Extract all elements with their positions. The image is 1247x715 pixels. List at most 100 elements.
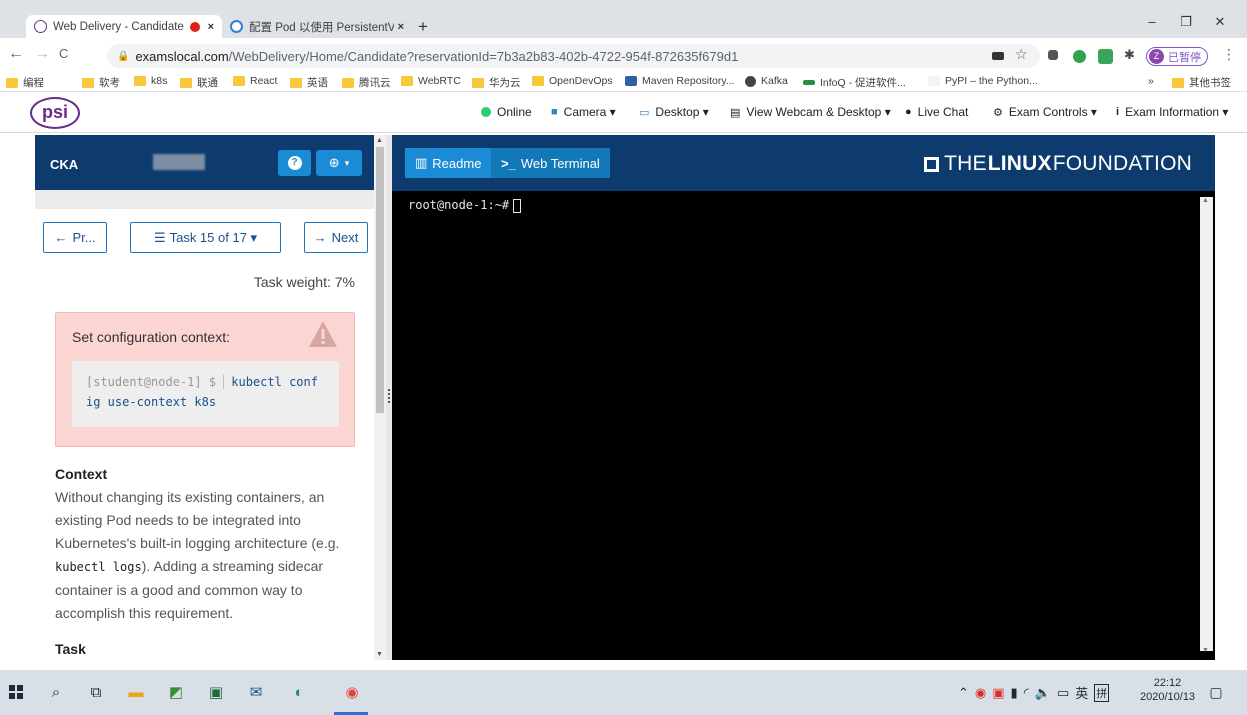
profile-button[interactable]: Z 已暂停 bbox=[1146, 47, 1208, 66]
tab-pod-persistent-volume[interactable]: 配置 Pod 以使用 PersistentVolu × bbox=[222, 15, 412, 38]
folder-icon bbox=[6, 77, 18, 88]
scroll-up-arrow-icon[interactable]: ▲ bbox=[1202, 197, 1209, 204]
bookmark-folder[interactable]: React bbox=[233, 75, 277, 87]
k8s-favicon-icon bbox=[230, 20, 243, 33]
bookmark-folder[interactable]: 英语 bbox=[290, 75, 328, 90]
bookmark-folder[interactable]: OpenDevOps bbox=[532, 75, 613, 87]
terminal-prompt: root@node-1:~# bbox=[408, 198, 510, 212]
wifi-icon[interactable]: ◜ bbox=[1024, 685, 1029, 701]
bookmark-folder[interactable]: 华为云 bbox=[472, 75, 521, 90]
new-tab-button[interactable]: + bbox=[414, 18, 432, 36]
scroll-down-arrow-icon[interactable]: ▼ bbox=[376, 651, 383, 658]
terminal-scrollbar[interactable]: ▲ ▼ bbox=[1198, 191, 1215, 660]
language-button[interactable]: ⊕ ▾ bbox=[316, 150, 362, 176]
bookmark-folder[interactable]: 编程 bbox=[6, 75, 44, 90]
scrollbar-thumb[interactable] bbox=[376, 147, 384, 413]
task-description: Context Without changing its existing co… bbox=[55, 463, 350, 660]
ime-mode[interactable]: 拼 bbox=[1094, 683, 1110, 702]
browser-tab-strip: Web Delivery - Candidate × 配置 Pod 以使用 Pe… bbox=[0, 0, 1247, 38]
online-dot-icon bbox=[481, 107, 491, 117]
bookmark-kafka[interactable]: Kafka bbox=[745, 75, 788, 87]
tab-web-terminal[interactable]: >_ Web Terminal bbox=[491, 148, 610, 178]
camera-indicator-icon[interactable] bbox=[992, 52, 1004, 60]
scroll-up-arrow-icon[interactable]: ▲ bbox=[376, 137, 383, 144]
volume-icon[interactable]: 🔈 bbox=[1035, 685, 1051, 701]
next-task-button[interactable]: → Next bbox=[304, 222, 368, 253]
url-bar[interactable]: 🔒 examslocal.com/WebDelivery/Home/Candid… bbox=[107, 44, 1040, 68]
clock-time: 22:12 bbox=[1153, 677, 1182, 689]
task-panel-scrollbar[interactable]: ▲ ▼ bbox=[374, 135, 386, 660]
infoq-icon bbox=[803, 80, 815, 85]
terminal-panel: ▥ Readme >_ Web Terminal THE LINUX FOUNDATIO… bbox=[392, 135, 1215, 660]
system-clock[interactable]: 22:12 2020/10/13 bbox=[1140, 676, 1195, 704]
bookmark-infoq[interactable]: InfoQ - 促进软件... bbox=[803, 75, 906, 90]
camera-menu[interactable]: ■ Camera ▾ bbox=[551, 105, 616, 119]
search-icon[interactable]: ⌕ bbox=[46, 682, 66, 702]
tray-app-icon[interactable]: ▣ bbox=[992, 685, 1004, 701]
web-terminal[interactable]: root@node-1:~# bbox=[392, 191, 1198, 660]
bookmark-folder[interactable]: 联通 bbox=[180, 75, 218, 90]
microphone-icon[interactable]: ▮ bbox=[1011, 685, 1018, 701]
minimize-button[interactable]: – bbox=[1142, 14, 1162, 29]
notifications-icon[interactable]: ▢ bbox=[1206, 682, 1226, 702]
bookmark-star-icon[interactable]: ☆ bbox=[1015, 46, 1028, 62]
restore-button[interactable]: ❐ bbox=[1176, 14, 1196, 30]
extension-1-icon[interactable] bbox=[1048, 50, 1058, 60]
extensions-puzzle-icon[interactable]: ✱ bbox=[1124, 47, 1137, 62]
reload-button[interactable]: C bbox=[59, 46, 68, 61]
exam-controls-menu[interactable]: ⚙ Exam Controls ▾ bbox=[993, 105, 1097, 119]
tab-close-icon[interactable]: × bbox=[208, 21, 214, 33]
photos-app-icon[interactable]: ◩ bbox=[166, 682, 186, 702]
exam-information-menu[interactable]: i Exam Information ▾ bbox=[1116, 105, 1228, 119]
arrow-right-icon: → bbox=[313, 230, 327, 245]
profile-status: 已暂停 bbox=[1168, 51, 1201, 64]
bookmark-maven[interactable]: Maven Repository... bbox=[625, 75, 735, 87]
windows-start-icon[interactable] bbox=[6, 682, 26, 702]
tab-close-icon[interactable]: × bbox=[398, 21, 404, 33]
input-language[interactable]: 英 bbox=[1075, 683, 1088, 702]
task-heading: Task bbox=[55, 641, 86, 657]
tray-expand-icon[interactable]: ⌃ bbox=[958, 685, 969, 701]
recording-icon bbox=[189, 21, 200, 32]
other-bookmarks[interactable]: 其他书签 bbox=[1172, 75, 1231, 90]
drag-grip-icon bbox=[388, 389, 390, 403]
window-close-button[interactable]: ✕ bbox=[1210, 14, 1230, 30]
edge-browser-icon[interactable]: ◐ bbox=[289, 682, 309, 702]
browser-menu-icon[interactable]: ⋮ bbox=[1222, 46, 1236, 63]
task-view-icon[interactable]: ⧉ bbox=[86, 682, 106, 702]
tab-web-delivery[interactable]: Web Delivery - Candidate × bbox=[26, 15, 222, 38]
forward-button[interactable]: → bbox=[34, 45, 50, 63]
chrome-icon[interactable]: ◉ bbox=[342, 682, 362, 702]
file-explorer-icon[interactable]: ▬ bbox=[126, 682, 146, 702]
scrollbar-track[interactable] bbox=[1200, 197, 1213, 651]
previous-task-button[interactable]: ← Pr... bbox=[43, 222, 107, 253]
folder-icon bbox=[342, 77, 354, 88]
tray-app-icon[interactable]: ◉ bbox=[975, 685, 986, 701]
command-text: kubectl conf bbox=[231, 375, 318, 389]
evernote-extension-icon[interactable] bbox=[1073, 50, 1086, 63]
app-icon[interactable]: ▣ bbox=[206, 682, 226, 702]
chat-icon: ● bbox=[905, 106, 912, 118]
desktop-menu[interactable]: ▭ Desktop ▾ bbox=[639, 105, 709, 119]
tab-readme[interactable]: ▥ Readme bbox=[405, 148, 492, 178]
bookmark-folder[interactable]: WebRTC bbox=[401, 75, 461, 87]
bookmark-folder[interactable]: k8s bbox=[134, 75, 167, 87]
off-extension-icon[interactable] bbox=[1098, 49, 1113, 64]
bookmarks-bar: 编程 软考 k8s 联通 React 英语 腾讯云 WebRTC 华为云 Ope… bbox=[0, 72, 1247, 92]
help-icon: ? bbox=[287, 156, 302, 170]
battery-icon[interactable]: ▭ bbox=[1057, 685, 1069, 701]
back-button[interactable]: ← bbox=[8, 45, 24, 63]
scroll-down-arrow-icon[interactable]: ▼ bbox=[1202, 647, 1209, 654]
help-button[interactable]: ? bbox=[278, 150, 311, 176]
live-chat-button[interactable]: ● Live Chat bbox=[905, 105, 968, 119]
bookmark-folder[interactable]: 软考 bbox=[82, 75, 120, 90]
mail-icon[interactable]: ✉ bbox=[246, 682, 266, 702]
tab-title: 配置 Pod 以使用 PersistentVolu bbox=[249, 21, 394, 34]
bookmark-pypi[interactable]: PyPI – the Python... bbox=[928, 75, 1038, 87]
bookmarks-overflow[interactable]: » bbox=[1148, 75, 1154, 87]
command-box[interactable]: [student@node-1] $ │ kubectl conf ig use-c… bbox=[72, 361, 339, 427]
bookmark-folder[interactable]: 腾讯云 bbox=[342, 75, 391, 90]
terminal-cursor bbox=[513, 198, 522, 213]
task-selector-dropdown[interactable]: ☰ Task 15 of 17 ▾ bbox=[130, 222, 281, 253]
view-webcam-desktop-menu[interactable]: ▤ View Webcam & Desktop ▾ bbox=[730, 105, 891, 119]
